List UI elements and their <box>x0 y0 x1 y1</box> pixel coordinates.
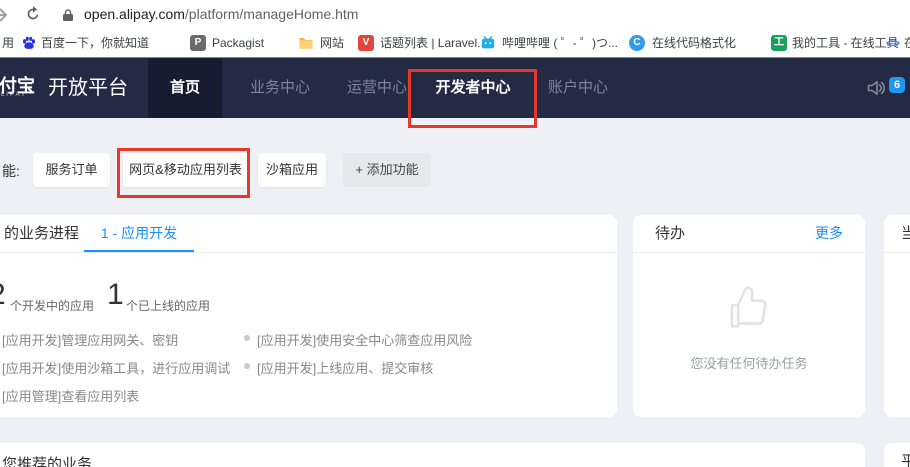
bookmark-partial[interactable]: 用 <box>2 30 14 57</box>
task-item[interactable]: [应用开发]使用沙箱工具，进行应用调试 <box>2 358 230 377</box>
bookmark-code-formatter[interactable]: 在线代码格式化 <box>652 30 736 57</box>
bilibili-tv-icon <box>480 35 496 51</box>
url-host: open.alipay.com <box>84 6 185 22</box>
bookmark-packagist[interactable]: Packagist <box>212 30 264 57</box>
stat-developing-label: 个开发中的应用 <box>10 297 94 314</box>
stat-online-label: 个已上线的应用 <box>126 297 210 314</box>
alipay-logo-sub: ALIPAY <box>0 92 38 98</box>
baidu-paw-icon <box>21 35 37 51</box>
bookmark-online-tools[interactable]: 我的工具 - 在线工具 <box>792 30 899 57</box>
laravel-topics-icon: V <box>358 35 374 51</box>
card-divider <box>884 252 910 253</box>
task-item[interactable]: [应用开发]使用安全中心筛查应用风险 <box>257 330 472 349</box>
nav-item-business-center[interactable]: 业务中心 <box>247 58 313 118</box>
bullet-dot <box>244 363 250 369</box>
screenshot-root: open.alipay.com/platform/manageHome.htm … <box>0 0 910 467</box>
url-path: /platform/manageHome.htm <box>185 6 359 22</box>
bookmark-partial-right[interactable]: 在 <box>904 30 910 57</box>
recommend-card: 您推荐的业务 <box>0 443 865 467</box>
todo-card-title: 待办 <box>655 215 685 252</box>
stat-developing-count: 2 <box>0 279 6 311</box>
bullet-dot <box>244 335 250 341</box>
announcement-speaker-icon[interactable] <box>866 79 886 102</box>
sandbox-app-button[interactable]: 沙箱应用 <box>258 153 326 187</box>
top-navbar: 支付宝 ALIPAY 开放平台 首页 业务中心 运营中心 开发者中心 账户中心 … <box>0 58 910 118</box>
bookmark-website[interactable]: 网站 <box>320 30 344 57</box>
business-progress-card: 的业务进程 1 - 应用开发 2 个开发中的应用 1 个已上线的应用 [应用开发… <box>0 215 617 417</box>
thumbs-up-icon <box>723 283 775 340</box>
nav-item-home[interactable]: 首页 <box>148 58 222 118</box>
web-mobile-app-list-button[interactable]: 网页&移动应用列表 <box>123 153 248 187</box>
platform-title: 开放平台 <box>48 58 128 118</box>
folder-icon <box>298 35 314 51</box>
nav-item-developer-center[interactable]: 开发者中心 <box>433 58 513 118</box>
forward-arrow-icon[interactable] <box>0 5 11 30</box>
function-bar-label: 能: <box>2 161 20 181</box>
todo-more-link[interactable]: 更多 <box>815 215 843 252</box>
progress-card-title: 的业务进程 <box>4 215 79 252</box>
right-partial-card: 当 <box>884 215 910 417</box>
tab-app-development[interactable]: 1 - 应用开发 <box>84 215 194 252</box>
address-bar[interactable]: open.alipay.com/platform/manageHome.htm <box>84 6 358 22</box>
code-brackets-icon: <> <box>886 30 900 57</box>
bottom-right-title-partial: 平 <box>901 443 910 467</box>
code-formatter-icon: C <box>629 35 645 51</box>
add-function-button[interactable]: + 添加功能 <box>343 153 431 187</box>
recommend-card-title: 您推荐的业务 <box>2 443 92 467</box>
task-item[interactable]: [应用开发]上线应用、提交审核 <box>257 358 433 377</box>
todo-card: 待办 更多 您没有任何待办任务 <box>633 215 865 417</box>
task-item[interactable]: [应用开发]管理应用网关、密钥 <box>2 330 178 349</box>
task-item[interactable]: [应用管理]查看应用列表 <box>2 386 139 405</box>
card-divider <box>633 252 865 253</box>
lock-icon[interactable] <box>62 8 74 27</box>
nav-item-account-center[interactable]: 账户中心 <box>545 58 611 118</box>
packagist-icon: P <box>190 35 206 51</box>
bookmark-laravel-topics[interactable]: 话题列表 | Laravel... <box>380 30 487 57</box>
service-orders-button[interactable]: 服务订单 <box>33 153 110 187</box>
stat-online-count: 1 <box>107 279 124 311</box>
bottom-right-partial-card: 平 <box>884 443 910 467</box>
notification-badge[interactable]: 6 <box>889 77 905 93</box>
reload-icon[interactable] <box>24 5 42 28</box>
card-divider <box>0 252 617 253</box>
bookmark-baidu[interactable]: 百度一下，你就知道 <box>41 30 149 57</box>
nav-item-operation-center[interactable]: 运营中心 <box>344 58 410 118</box>
bookmark-bilibili[interactable]: 哔哩哔哩 ( ゜- ゜)つ... <box>502 30 618 57</box>
todo-empty-text: 您没有任何待办任务 <box>633 353 865 372</box>
right-card-title-partial: 当 <box>901 215 910 252</box>
browser-toolbar: open.alipay.com/platform/manageHome.htm … <box>0 0 910 58</box>
online-tools-icon: 工 <box>771 35 787 51</box>
